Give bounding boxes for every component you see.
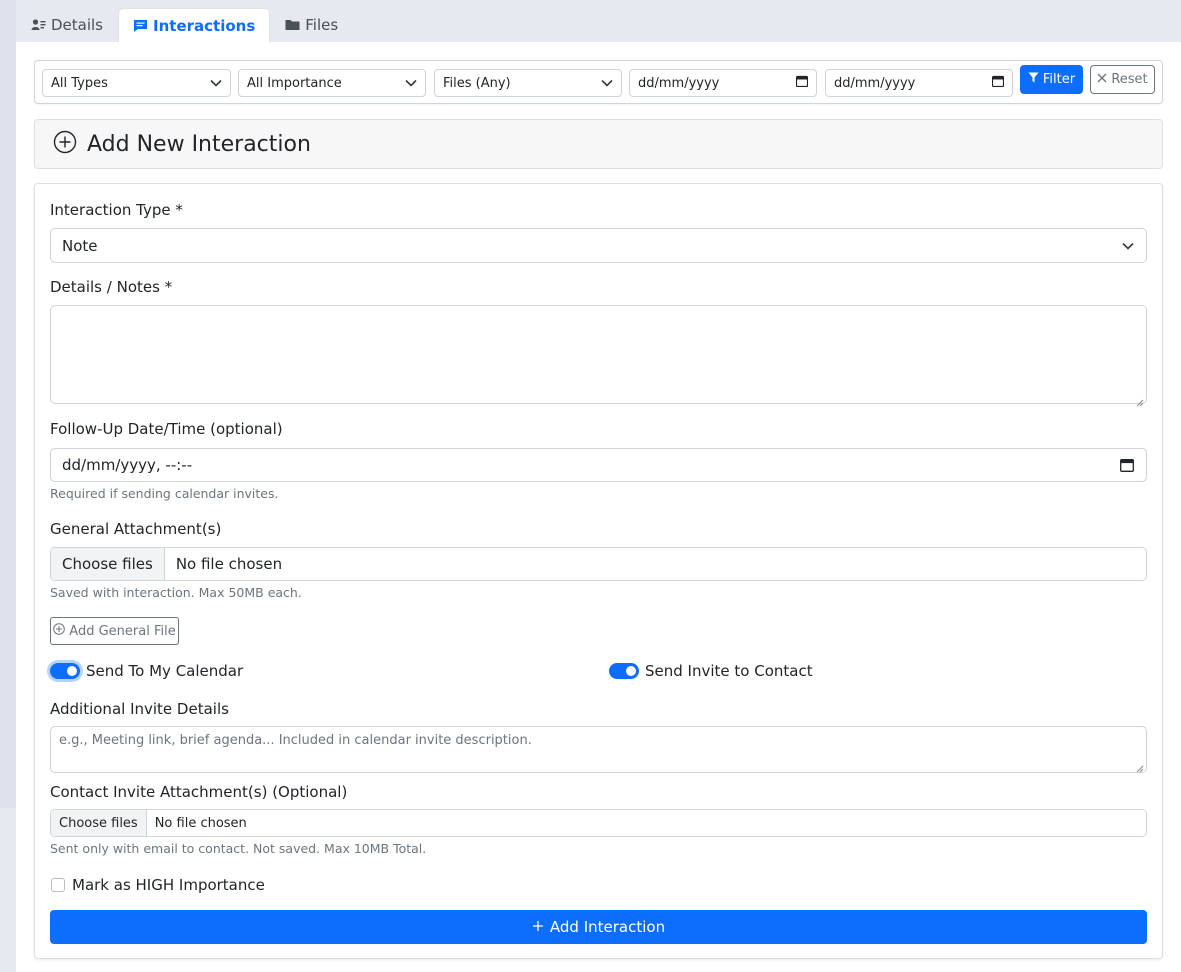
chevron-down-icon (405, 76, 417, 91)
importance-filter-value: All Importance (247, 75, 342, 91)
chevron-down-icon (1122, 242, 1146, 250)
contact-attachment-input[interactable]: Choose files No file chosen (50, 809, 1147, 837)
contact-attachment-help: Sent only with email to contact. Not sav… (50, 841, 427, 856)
resize-handle-icon[interactable] (1136, 762, 1144, 773)
folder-icon (285, 18, 300, 31)
resize-handle-icon[interactable] (1136, 393, 1144, 407)
tab-files[interactable]: Files (270, 6, 353, 42)
plus-circle-icon (53, 130, 77, 158)
interaction-type-label: Interaction Type * (50, 201, 183, 219)
general-choose-files-button[interactable]: Choose files (51, 548, 165, 580)
high-importance-label: Mark as HIGH Importance (72, 876, 265, 894)
calendar-icon (1120, 458, 1146, 472)
calendar-icon (795, 75, 809, 91)
interaction-type-value: Note (62, 236, 98, 255)
left-sidebar-strip (0, 0, 16, 808)
files-filter-select[interactable]: Files (Any) (434, 69, 622, 97)
funnel-icon (1028, 72, 1039, 87)
chat-icon (133, 19, 148, 33)
date-to-value: dd/mm/yyyy (834, 75, 916, 91)
plus-circle-icon (53, 623, 66, 639)
general-attachment-label: General Attachment(s) (50, 520, 222, 538)
tab-details-label: Details (51, 15, 104, 34)
contact-attachment-label: Contact Invite Attachment(s) (Optional) (50, 783, 348, 801)
send-invite-label: Send Invite to Contact (645, 662, 813, 680)
add-interaction-title: Add New Interaction (87, 131, 311, 157)
files-filter-value: Files (Any) (443, 75, 511, 91)
general-attachment-help: Saved with interaction. Max 50MB each. (50, 585, 302, 600)
chevron-down-icon (601, 76, 613, 91)
calendar-icon (991, 75, 1005, 91)
general-attachment-input[interactable]: Choose files No file chosen (50, 547, 1147, 581)
interaction-type-select[interactable]: Note (50, 228, 1147, 263)
filter-button-label: Filter (1042, 72, 1076, 87)
plus-icon (532, 918, 544, 936)
tab-interactions[interactable]: Interactions (118, 8, 271, 43)
tab-bar: Details Interactions Files (16, 0, 1181, 43)
followup-datetime-input[interactable]: dd/mm/yyyy, --:-- (50, 448, 1147, 482)
reset-button[interactable]: Reset (1090, 65, 1155, 94)
followup-label: Follow-Up Date/Time (optional) (50, 420, 283, 438)
contact-choose-files-button[interactable]: Choose files (51, 810, 147, 836)
tab-details[interactable]: Details (16, 6, 118, 42)
add-interaction-form: Interaction Type * Note Details / Notes … (34, 183, 1163, 959)
date-from-input[interactable]: dd/mm/yyyy (629, 69, 817, 97)
add-interaction-toggle[interactable]: Add New Interaction (34, 119, 1163, 169)
add-interaction-button[interactable]: Add Interaction (50, 910, 1147, 944)
followup-datetime-value: dd/mm/yyyy, --:-- (62, 456, 193, 474)
details-label: Details / Notes * (50, 278, 173, 296)
send-calendar-switch[interactable] (50, 663, 80, 679)
reset-button-label: Reset (1111, 72, 1148, 87)
add-general-file-button[interactable]: Add General File (50, 617, 179, 645)
invite-details-textarea[interactable]: e.g., Meeting link, brief agenda... Incl… (50, 726, 1147, 773)
date-to-input[interactable]: dd/mm/yyyy (825, 69, 1013, 97)
invite-details-placeholder: e.g., Meeting link, brief agenda... Incl… (59, 733, 532, 748)
importance-filter-select[interactable]: All Importance (238, 69, 426, 97)
filter-button[interactable]: Filter (1020, 65, 1083, 94)
high-importance-checkbox[interactable] (51, 878, 65, 892)
followup-help-text: Required if sending calendar invites. (50, 486, 279, 501)
details-textarea[interactable] (50, 305, 1147, 407)
filter-bar: All Types All Importance Files (Any) dd/… (34, 60, 1163, 104)
user-card-icon (31, 18, 46, 31)
contact-no-file-text: No file chosen (154, 815, 247, 831)
type-filter-value: All Types (51, 75, 108, 91)
send-calendar-label: Send To My Calendar (86, 662, 244, 680)
general-no-file-text: No file chosen (175, 555, 283, 573)
invite-details-label: Additional Invite Details (50, 700, 229, 718)
tab-files-label: Files (305, 15, 339, 34)
chevron-down-icon (210, 76, 222, 91)
type-filter-select[interactable]: All Types (42, 69, 231, 97)
date-from-value: dd/mm/yyyy (638, 75, 720, 91)
close-icon (1097, 72, 1107, 87)
add-interaction-button-label: Add Interaction (549, 918, 666, 936)
send-invite-switch[interactable] (609, 663, 639, 679)
tab-interactions-label: Interactions (153, 17, 256, 35)
add-general-file-label: Add General File (69, 623, 176, 639)
